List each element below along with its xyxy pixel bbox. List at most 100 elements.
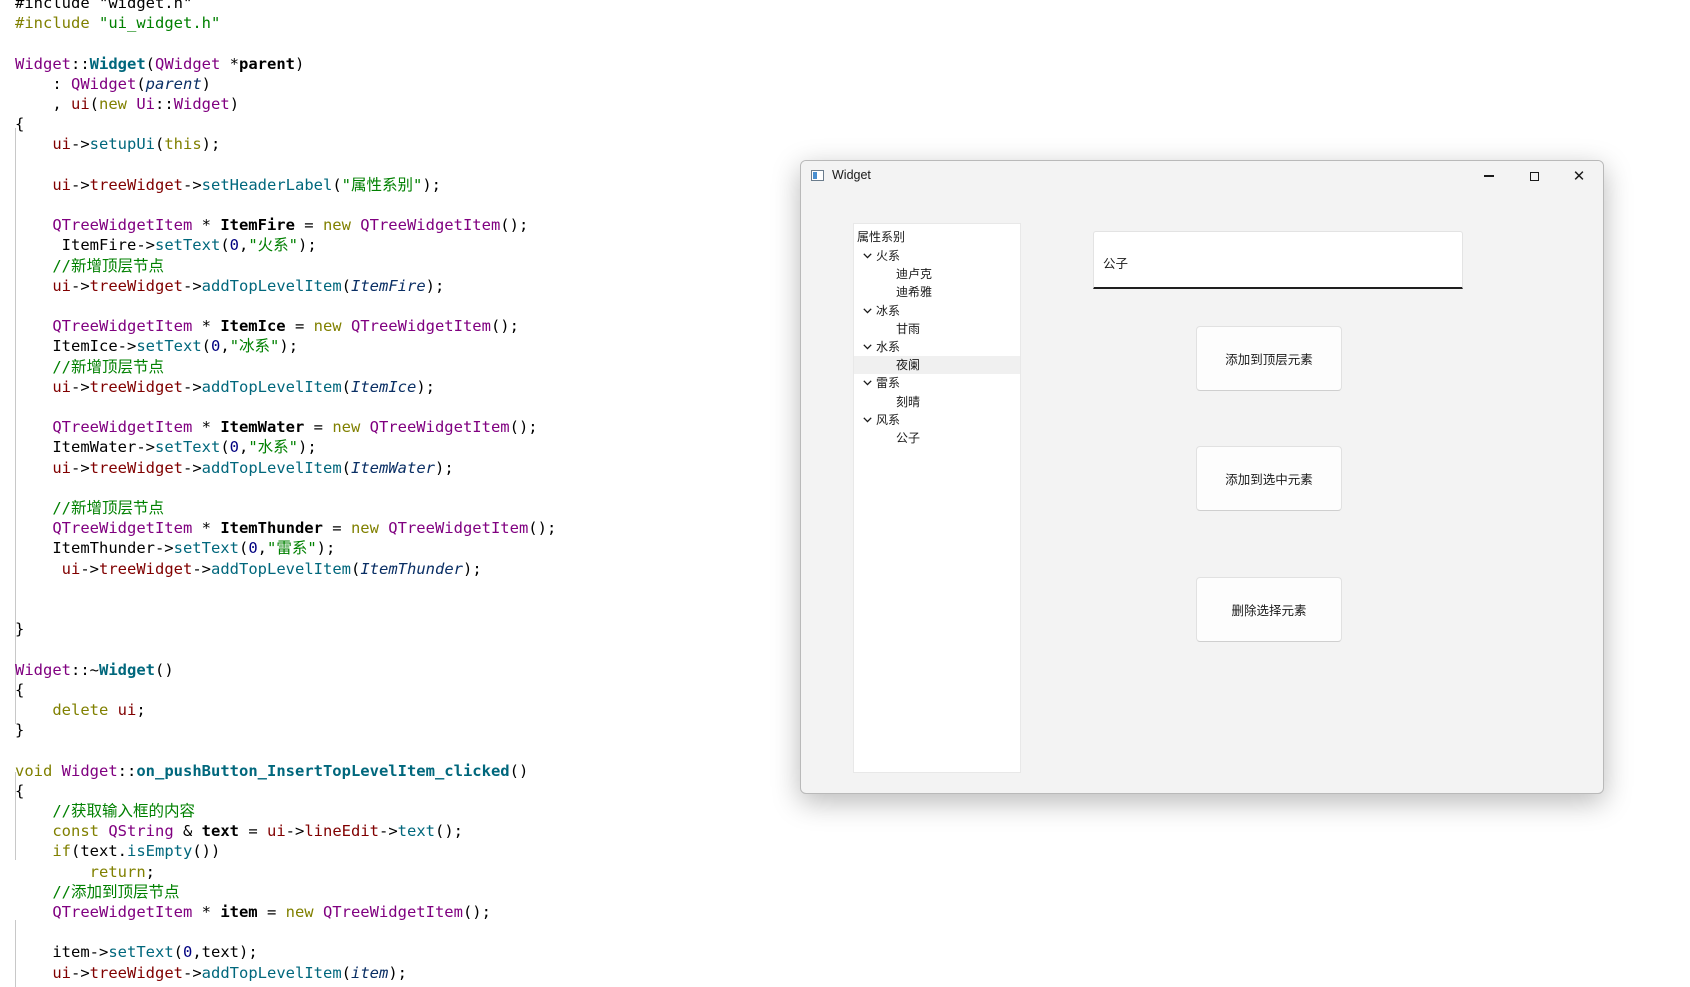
code-token: QTreeWidgetItem (52, 317, 193, 336)
code-token: ); (316, 539, 336, 558)
code-token: ItemFire (220, 216, 295, 235)
code-token: item (220, 903, 258, 921)
chevron-down-icon[interactable] (861, 374, 873, 392)
code-token: setText (154, 236, 221, 255)
tree-item-child[interactable]: 甘雨 (854, 320, 1020, 338)
code-line: QTreeWidgetItem * ItemFire = new QTreeWi… (15, 215, 528, 235)
chevron-down-icon[interactable] (861, 302, 873, 320)
code-token: -> (183, 377, 202, 396)
code-token: -> (71, 458, 90, 477)
code-token: #include (15, 14, 99, 33)
tree-item-top[interactable]: 火系 (854, 247, 1020, 265)
code-line: ui->setupUi(this); (15, 134, 220, 154)
code-line: ui->treeWidget->addTopLevelItem(ItemFire… (15, 276, 444, 296)
code-token: void (15, 761, 62, 780)
minimize-icon (1484, 175, 1494, 177)
code-token: , (15, 95, 71, 113)
code-token: : (15, 74, 71, 93)
code-token: ( (173, 943, 183, 962)
code-token: -> (71, 135, 90, 154)
code-line: QTreeWidgetItem * item = new QTreeWidget… (15, 902, 491, 922)
code-line: { (15, 781, 24, 801)
code-token: treeWidget (99, 559, 193, 578)
code-token: -> (183, 276, 202, 295)
tree-item-child[interactable]: 刻晴 (854, 393, 1020, 411)
tree-item-top[interactable]: 风系 (854, 411, 1020, 429)
code-token: new (332, 418, 370, 437)
code-token: ( (220, 438, 230, 457)
code-token: Widget (15, 660, 71, 679)
code-token: new (285, 903, 323, 921)
code-token: isEmpty (127, 842, 193, 861)
tree-item-top[interactable]: 水系 (854, 338, 1020, 356)
code-token: :: (71, 54, 90, 73)
chevron-down-icon[interactable] (861, 411, 873, 429)
code-line: ui->treeWidget->addTopLevelItem(item); (15, 963, 407, 983)
code-token: * (192, 216, 221, 235)
maximize-button[interactable] (1512, 161, 1556, 191)
code-token: 0 (211, 337, 221, 356)
code-token: //新增顶层节点 (52, 499, 164, 517)
code-token: treeWidget (89, 377, 183, 396)
code-line: : QWidget(parent) (15, 74, 211, 94)
text-input[interactable]: 公子 (1093, 231, 1463, 289)
add-to-selected-button[interactable]: 添加到选中元素 (1196, 446, 1342, 511)
code-token: } (15, 620, 25, 639)
chevron-down-icon[interactable] (861, 338, 873, 356)
app-window[interactable]: Widget ✕ 属性系别 火系 迪卢克 迪希雅 冰系 甘雨 水系 夜阑 雷系 刻晴 风系 公子 公… (800, 160, 1604, 794)
minimize-button[interactable] (1467, 161, 1511, 191)
code-token: "冰系" (229, 337, 280, 356)
tree-item-top[interactable]: 雷系 (854, 374, 1020, 392)
tree-item-child[interactable]: 迪希雅 (854, 283, 1020, 301)
code-token: //添加到顶层节点 (52, 882, 180, 901)
close-icon: ✕ (1572, 168, 1586, 185)
tree-item-child[interactable]: 公子 (854, 429, 1020, 447)
tree-item-child[interactable]: 夜阑 (854, 356, 1020, 375)
code-token: ); (422, 175, 442, 194)
code-line: } (15, 619, 24, 639)
tree-item-label: 风系 (876, 412, 901, 427)
code-token: treeWidget (89, 458, 183, 477)
close-button[interactable]: ✕ (1557, 161, 1601, 191)
code-line: , ui(new Ui::Widget) (15, 94, 239, 114)
code-token: , (220, 337, 230, 356)
tree-widget[interactable]: 属性系别 火系 迪卢克 迪希雅 冰系 甘雨 水系 夜阑 雷系 刻晴 风系公子 (853, 223, 1021, 773)
code-token: ()) (192, 842, 221, 861)
code-token: const (52, 822, 109, 841)
code-token: :: (155, 95, 174, 113)
code-token: ItemWater (351, 458, 435, 477)
delete-selected-button[interactable]: 删除选择元素 (1196, 577, 1342, 642)
code-token: this (164, 135, 202, 154)
add-top-level-button[interactable]: 添加到顶层元素 (1196, 326, 1342, 391)
tree-item-top[interactable]: 冰系 (854, 302, 1020, 320)
code-token: ; (136, 701, 146, 719)
chevron-down-icon[interactable] (861, 247, 873, 265)
tree-item-child[interactable]: 迪卢克 (854, 265, 1020, 283)
code-token: ui (117, 701, 137, 719)
code-token: { (15, 680, 25, 699)
code-token: ); (279, 337, 299, 356)
code-line: ItemFire->setText(0,"火系"); (15, 235, 317, 255)
code-token: * (192, 519, 221, 538)
title-bar[interactable]: Widget ✕ (801, 161, 1603, 191)
code-token: if (52, 842, 71, 861)
code-token: //新增顶层节点 (52, 357, 164, 376)
code-token: parent (239, 54, 296, 73)
code-token: ItemThunder (220, 519, 323, 538)
code-line: Widget::Widget(QWidget *parent) (15, 54, 304, 74)
code-token: QTreeWidgetItem (52, 903, 193, 921)
tree-item-label: 公子 (896, 431, 921, 445)
code-token: (); (462, 903, 491, 921)
code-token: (); (490, 317, 519, 336)
code-line: ui->treeWidget->setHeaderLabel("属性系别"); (15, 175, 441, 195)
code-token: ) (229, 95, 240, 113)
code-token: treeWidget (89, 963, 183, 982)
code-token: ( (136, 74, 146, 93)
code-token: ( (238, 539, 249, 558)
tree-header[interactable]: 属性系别 (857, 228, 905, 246)
